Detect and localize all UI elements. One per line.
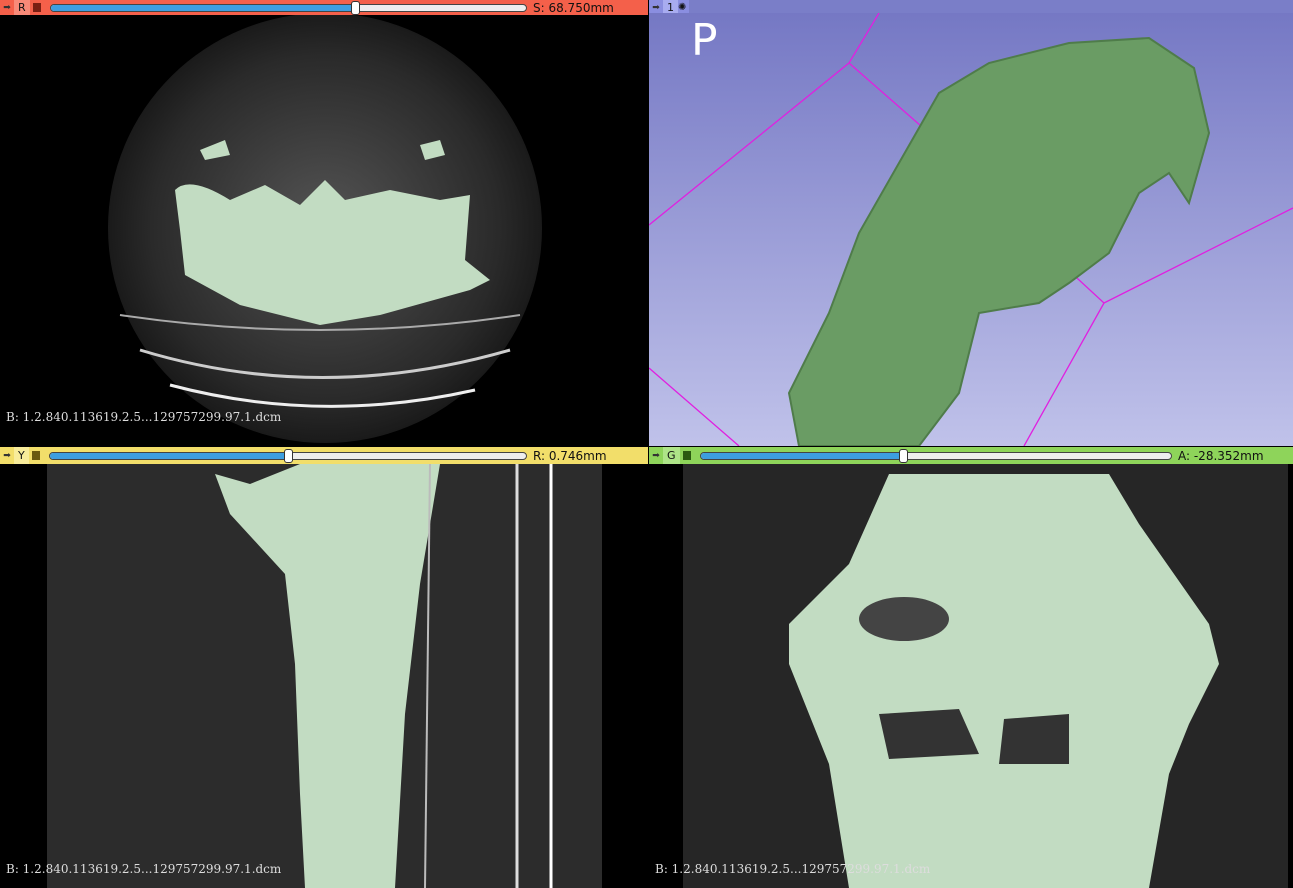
sagittal-slice-image[interactable]: B: 1.2.840.113619.2.5...129757299.97.1.d… bbox=[0, 463, 648, 888]
link-icon[interactable] bbox=[680, 450, 694, 462]
view-label: R bbox=[14, 0, 30, 15]
pin-icon[interactable]: ➡ bbox=[0, 451, 14, 461]
gear-icon[interactable]: ✺ bbox=[678, 2, 686, 13]
slice-offset-slider[interactable] bbox=[48, 448, 527, 463]
view-label: Y bbox=[14, 447, 29, 464]
red-slice-view[interactable]: ➡ R S: 68.750mm B: 1.2.840.113619.2.5...… bbox=[0, 0, 648, 446]
axial-slice-image[interactable]: B: 1.2.840.113619.2.5...129757299.97.1.d… bbox=[0, 13, 648, 446]
link-icon[interactable] bbox=[30, 2, 44, 14]
slice-offset-slider[interactable] bbox=[699, 448, 1172, 463]
coronal-slice-image[interactable]: B: 1.2.840.113619.2.5...129757299.97.1.d… bbox=[649, 464, 1293, 888]
pin-icon[interactable]: ➡ bbox=[649, 3, 663, 13]
volume-name-label: B: 1.2.840.113619.2.5...129757299.97.1.d… bbox=[655, 862, 931, 876]
volume-name-label: B: 1.2.840.113619.2.5...129757299.97.1.d… bbox=[6, 862, 282, 876]
green-slice-controller: ➡ G A: -28.352mm bbox=[649, 447, 1293, 464]
volume-name-label: B: 1.2.840.113619.2.5...129757299.97.1.d… bbox=[6, 410, 282, 424]
slice-offset-value: A: -28.352mm bbox=[1178, 448, 1264, 463]
orientation-marker: P bbox=[691, 15, 718, 66]
slice-offset-value: R: 0.746mm bbox=[533, 448, 607, 463]
yellow-slice-controller: ➡ Y R: 0.746mm bbox=[0, 447, 648, 464]
pin-icon[interactable]: ➡ bbox=[0, 3, 14, 13]
3d-render[interactable]: P bbox=[649, 12, 1293, 446]
pin-icon[interactable]: ➡ bbox=[649, 451, 663, 461]
view-label: G bbox=[663, 447, 680, 464]
red-slice-controller: ➡ R S: 68.750mm bbox=[0, 0, 648, 15]
green-slice-view[interactable]: ➡ G A: -28.352mm B: 1.2.840.113619.2.5..… bbox=[649, 447, 1293, 888]
slice-offset-value: S: 68.750mm bbox=[533, 0, 614, 15]
slice-offset-slider[interactable] bbox=[49, 0, 527, 15]
3d-view[interactable]: ➡ 1 ✺ P bbox=[649, 0, 1293, 446]
link-icon[interactable] bbox=[29, 450, 43, 462]
yellow-slice-view[interactable]: ➡ Y R: 0.746mm B: 1.2.840.113619.2.5...1… bbox=[0, 447, 648, 888]
